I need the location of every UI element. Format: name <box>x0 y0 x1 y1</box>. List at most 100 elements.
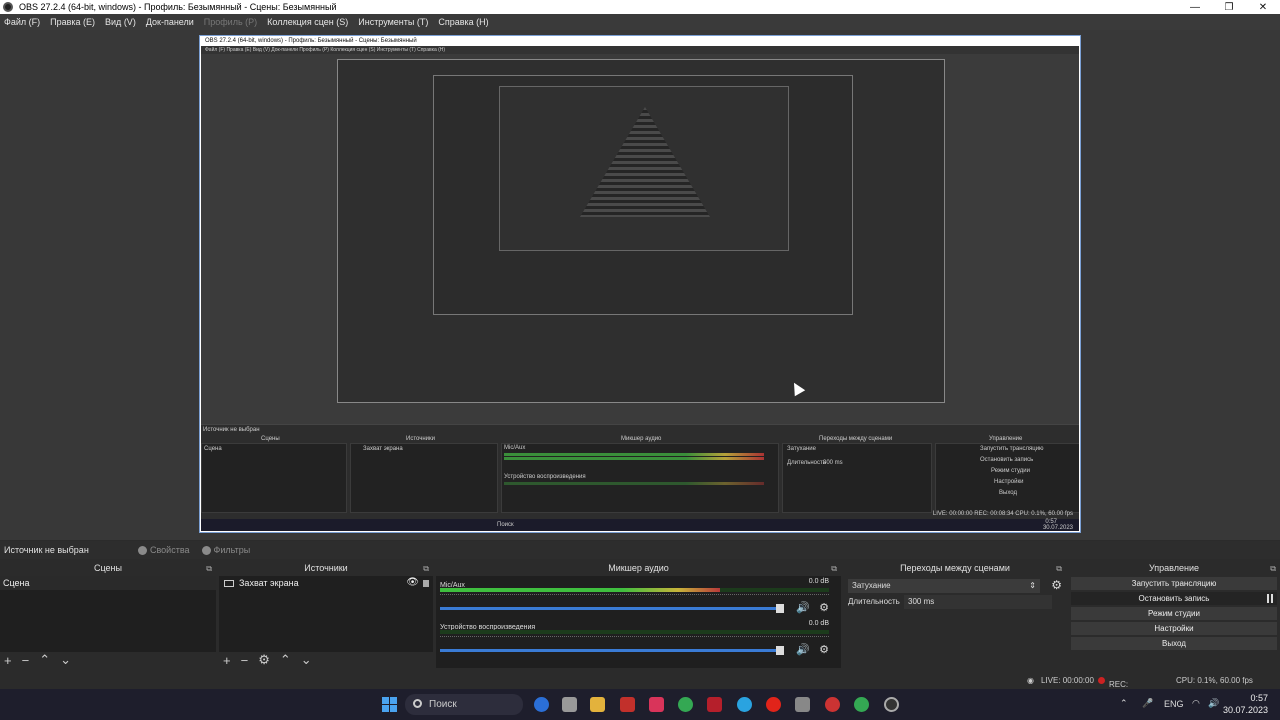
menu-scene-collection[interactable]: Коллекция сцен (S) <box>267 17 348 27</box>
volume-icon[interactable]: 🔊 <box>1208 698 1219 709</box>
move-down-icon[interactable]: ⌄ <box>60 652 71 668</box>
studio-mode-button[interactable]: Режим студии <box>1071 607 1277 620</box>
transitions-title: Переходы между сценами <box>900 563 1010 573</box>
move-down-icon[interactable]: ⌄ <box>301 652 312 668</box>
app-icon-11[interactable] <box>825 697 840 712</box>
nested-controls-title: Управление <box>989 436 1023 442</box>
sources-dock-header: Источники ⧉ <box>219 562 433 575</box>
sources-list[interactable]: Захват экрана 👁 <box>219 576 433 652</box>
visibility-eye-icon[interactable]: 👁 <box>406 576 419 590</box>
window-titlebar: OBS 27.2.4 (64-bit, windows) - Профиль: … <box>0 0 1280 14</box>
nested-start-stream: Запустить трансляцию <box>980 446 1044 452</box>
lock-icon[interactable] <box>423 579 429 587</box>
settings-button[interactable]: Настройки <box>1071 622 1277 635</box>
telegram-icon[interactable] <box>737 697 752 712</box>
minimize-button[interactable]: — <box>1178 2 1212 13</box>
chrome-icon[interactable] <box>678 697 693 712</box>
transition-select-value: Затухание <box>852 581 891 590</box>
app-icon-5[interactable] <box>649 697 664 712</box>
transition-select[interactable]: Затухание ⇕ <box>848 579 1040 593</box>
microphone-icon[interactable]: 🎤 <box>1142 698 1153 709</box>
remove-source-icon[interactable]: − <box>241 653 249 668</box>
transition-gear-icon[interactable]: ⚙ <box>1051 578 1062 592</box>
source-item-label: Захват экрана <box>239 578 299 588</box>
menu-file[interactable]: Файл (F) <box>4 17 40 27</box>
dock-float-icon[interactable]: ⧉ <box>423 562 429 575</box>
scenes-list[interactable]: Сцена <box>0 576 216 652</box>
remove-scene-icon[interactable]: − <box>22 653 30 668</box>
maximize-button[interactable]: ❐ <box>1212 2 1246 13</box>
nested-playback-meter <box>504 482 764 485</box>
properties-button[interactable]: Свойства <box>138 545 190 555</box>
nested-transitions-title: Переходы между сценами <box>819 436 893 442</box>
captured-screen-content: OBS 27.2.4 (64-bit, windows) - Профиль: … <box>201 37 1079 531</box>
taskbar-search[interactable]: Поиск <box>405 694 523 715</box>
mic-level-meter <box>440 588 829 592</box>
monitor-icon <box>224 579 234 587</box>
chevron-up-icon[interactable]: ⌃ <box>1120 698 1128 709</box>
nested-status: LIVE: 00:00:00 REC: 00:08:34 CPU: 0.1%, … <box>932 511 1073 517</box>
app-icon-7[interactable] <box>707 697 722 712</box>
window-controls: — ❐ ✕ <box>1178 2 1280 13</box>
dock-float-icon[interactable]: ⧉ <box>831 562 837 575</box>
wifi-icon[interactable]: ◠ <box>1192 698 1200 709</box>
chrome-icon-2[interactable] <box>854 697 869 712</box>
broadcast-icon: ◉ <box>1027 676 1034 685</box>
move-up-icon[interactable]: ⌃ <box>280 652 291 668</box>
gear-icon[interactable]: ⚙ <box>819 643 829 656</box>
menu-edit[interactable]: Правка (E) <box>50 17 95 27</box>
nested-duration: Длительность <box>787 460 826 466</box>
close-button[interactable]: ✕ <box>1246 2 1280 13</box>
source-properties-gear-icon[interactable]: ⚙ <box>258 652 270 668</box>
slider-knob[interactable] <box>776 646 784 655</box>
calculator-icon[interactable] <box>795 697 810 712</box>
nested-scenes-title: Сцены <box>261 436 280 442</box>
sources-title: Источники <box>304 563 348 573</box>
windows-start-icon[interactable] <box>382 697 397 712</box>
filters-button[interactable]: Фильтры <box>201 545 250 555</box>
file-explorer-icon[interactable] <box>590 697 605 712</box>
playback-volume-slider[interactable] <box>440 646 784 655</box>
app-icon-2[interactable] <box>562 697 577 712</box>
nested-source-item: Захват экрана <box>363 446 403 452</box>
source-toolbar: Источник не выбран Свойства Фильтры <box>0 541 1280 559</box>
gear-icon[interactable]: ⚙ <box>819 601 829 614</box>
source-item[interactable]: Захват экрана 👁 <box>219 576 433 590</box>
scene-item[interactable]: Сцена <box>0 576 216 590</box>
add-scene-icon[interactable]: + <box>4 653 12 668</box>
playback-db-value: 0.0 dB <box>808 620 829 627</box>
mic-meter-ticks <box>440 594 829 598</box>
taskbar-clock[interactable]: 0:57 30.07.2023 <box>1223 692 1268 716</box>
duration-input[interactable]: 300 ms <box>904 595 1052 609</box>
exit-button[interactable]: Выход <box>1071 637 1277 650</box>
stop-recording-label: Остановить запись <box>1138 594 1210 603</box>
nested-docks: Источник не выбран Сцены Источники Микше… <box>201 424 1079 519</box>
dock-float-icon[interactable]: ⧉ <box>1056 562 1062 575</box>
speaker-icon[interactable]: 🔊 <box>796 643 810 656</box>
dock-float-icon[interactable]: ⧉ <box>206 562 212 575</box>
menu-docks[interactable]: Док-панели <box>146 17 194 27</box>
cpu-fps: CPU: 0.1%, 60.00 fps <box>1176 676 1253 685</box>
menu-help[interactable]: Справка (H) <box>438 17 488 27</box>
windows-taskbar: Поиск ⌃ 🎤 ENG ◠ 🔊 0:57 30.07.2023 <box>0 689 1280 720</box>
start-stream-button[interactable]: Запустить трансляцию <box>1071 577 1277 590</box>
captured-screen: OBS 27.2.4 (64-bit, windows) - Профиль: … <box>199 35 1081 533</box>
stop-recording-button[interactable]: Остановить запись <box>1071 592 1277 605</box>
menu-view[interactable]: Вид (V) <box>105 17 136 27</box>
nested-title: OBS 27.2.4 (64-bit, windows) - Профиль: … <box>201 37 1079 46</box>
nested-no-source: Источник не выбран <box>203 427 260 433</box>
opera-icon[interactable] <box>766 697 781 712</box>
app-icon-4[interactable] <box>620 697 635 712</box>
menu-profile[interactable]: Профиль (P) <box>204 17 257 27</box>
app-icon-1[interactable] <box>534 697 549 712</box>
language-indicator[interactable]: ENG <box>1164 699 1184 709</box>
obs-icon[interactable] <box>884 697 899 712</box>
dock-float-icon[interactable]: ⧉ <box>1270 562 1276 575</box>
pause-icon[interactable] <box>1267 594 1273 603</box>
menu-tools[interactable]: Инструменты (T) <box>358 17 428 27</box>
speaker-icon[interactable]: 🔊 <box>796 601 810 614</box>
slider-knob[interactable] <box>776 604 784 613</box>
add-source-icon[interactable]: + <box>223 653 231 668</box>
mic-volume-slider[interactable] <box>440 604 784 613</box>
move-up-icon[interactable]: ⌃ <box>39 652 50 668</box>
